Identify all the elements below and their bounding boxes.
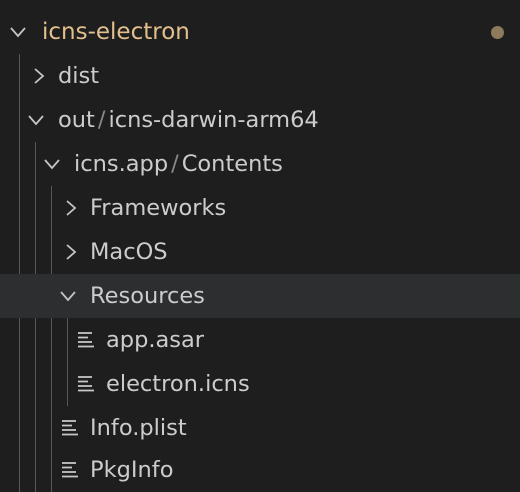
tree-item-label: Resources — [90, 283, 205, 309]
lines-file-icon — [60, 461, 80, 479]
tree-item-label: icns.app / Contents — [74, 142, 283, 186]
tree-item-info-plist[interactable]: Info.plist — [0, 406, 520, 450]
tree-item-label: Info.plist — [90, 415, 187, 441]
tree-root-icns-electron[interactable]: icns-electron — [0, 10, 520, 54]
tree-item-label: dist — [58, 63, 100, 89]
tree-item-subpath: Contents — [181, 151, 283, 177]
file-explorer-tree: icns-electron dist out / icns-darwin-arm64… — [0, 0, 520, 492]
tree-item-frameworks[interactable]: Frameworks — [0, 186, 520, 230]
chevron-right-icon[interactable] — [60, 198, 80, 218]
tree-item-subpath: icns-darwin-arm64 — [108, 107, 319, 133]
tree-item-name: out — [58, 107, 95, 133]
tree-item-label: Frameworks — [90, 195, 227, 221]
path-separator: / — [171, 151, 179, 177]
tree-item-dist[interactable]: dist — [0, 54, 520, 98]
lines-file-icon — [60, 419, 80, 437]
tree-item-icns-app[interactable]: icns.app / Contents — [0, 142, 520, 186]
chevron-down-icon[interactable] — [42, 154, 62, 174]
tree-item-electron-icns[interactable]: electron.icns — [0, 362, 520, 406]
path-separator: / — [97, 107, 106, 133]
tree-item-out[interactable]: out / icns-darwin-arm64 — [0, 98, 520, 142]
tree-item-resources[interactable]: Resources — [0, 274, 520, 318]
modified-indicator-dot — [491, 26, 504, 39]
tree-item-label: MacOS — [90, 239, 168, 265]
lines-file-icon — [76, 375, 96, 393]
tree-item-name: icns.app — [74, 151, 169, 177]
tree-item-label: app.asar — [106, 327, 205, 353]
tree-item-pkginfo[interactable]: PkgInfo — [0, 448, 520, 492]
lines-file-icon — [76, 331, 96, 349]
tree-root-label: icns-electron — [42, 19, 190, 45]
chevron-down-icon[interactable] — [26, 110, 46, 130]
tree-item-label: out / icns-darwin-arm64 — [58, 98, 319, 142]
chevron-right-icon[interactable] — [60, 242, 80, 262]
tree-item-app-asar[interactable]: app.asar — [0, 318, 520, 362]
tree-item-label: PkgInfo — [90, 457, 174, 483]
chevron-right-icon[interactable] — [28, 66, 48, 86]
chevron-down-icon[interactable] — [58, 286, 78, 306]
tree-item-label: electron.icns — [106, 371, 250, 397]
chevron-down-icon[interactable] — [8, 22, 28, 42]
tree-item-macos[interactable]: MacOS — [0, 230, 520, 274]
